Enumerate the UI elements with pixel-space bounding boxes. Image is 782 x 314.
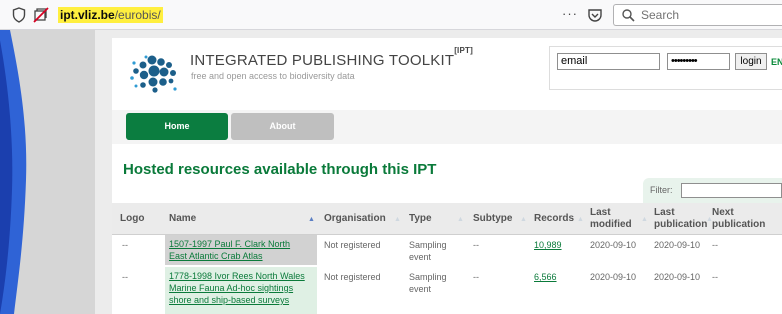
sort-icon[interactable]: ▲ (457, 216, 464, 223)
column-header-type[interactable]: Type (409, 213, 432, 225)
browser-toolbar: ipt.vliz.be/eurobis/ ··· Search (0, 0, 782, 30)
filter-input[interactable] (681, 183, 782, 198)
records-link[interactable]: 10,989 (534, 240, 562, 250)
url-path: /eurobis/ (114, 8, 161, 22)
sort-icon[interactable]: ▲ (641, 216, 648, 223)
column-header-records[interactable]: Records (534, 213, 574, 225)
search-icon (622, 9, 635, 22)
cell-subtype: -- (473, 240, 479, 250)
sort-ascending-icon[interactable]: ▲ (308, 216, 315, 223)
column-header-last-modified[interactable]: Last modified (590, 207, 632, 231)
login-button[interactable]: login (735, 53, 767, 70)
cell-organisation: Not registered (324, 272, 381, 282)
column-header-name[interactable]: Name (169, 213, 196, 225)
cell-last-publication: 2020-09-10 (654, 272, 701, 282)
cell-logo: -- (122, 272, 128, 282)
email-field[interactable]: email (557, 53, 660, 70)
cell-name: 1507-1997 Paul F. Clark North East Atlant… (165, 235, 317, 265)
app-title-abbrev: [IPT] (454, 46, 473, 55)
cell-type: Sampling event (409, 240, 447, 262)
left-gutter (0, 30, 95, 314)
ipt-logo[interactable] (128, 50, 178, 94)
sort-icon[interactable]: ▲ (577, 216, 584, 223)
filter-bar: Filter: (643, 178, 782, 203)
records-link[interactable]: 6,566 (534, 272, 557, 282)
cell-last-modified: 2020-09-10 (590, 240, 637, 250)
app-title: INTEGRATED PUBLISHING TOOLKIT[IPT] (190, 46, 473, 69)
cell-subtype: -- (473, 272, 479, 282)
resource-link[interactable]: 1507-1997 Paul F. Clark North East Atlant… (169, 239, 290, 261)
page-title: Hosted resources available through this … (123, 161, 437, 178)
cell-last-publication: 2020-09-10 (654, 240, 701, 250)
column-header-next-publication[interactable]: Next publication (712, 207, 765, 231)
ipt-container: INTEGRATED PUBLISHING TOOLKIT[IPT] free … (112, 38, 782, 314)
tracking-protection-icon[interactable] (33, 7, 49, 23)
column-header-organisation[interactable]: Organisation (324, 213, 386, 225)
sort-icon[interactable]: ▲ (520, 216, 527, 223)
table-header: Logo Name ▲ Organisation ▲ Type ▲ Subtyp… (112, 203, 782, 235)
cell-records: 6,566 (534, 271, 557, 283)
url-host: ipt.vliz.be (60, 8, 115, 22)
app-tagline: free and open access to biodiversity dat… (191, 71, 355, 81)
table-row: -- 1507-1997 Paul F. Clark North East Atl… (112, 235, 782, 265)
column-header-logo[interactable]: Logo (120, 213, 144, 225)
cell-records: 10,989 (534, 239, 562, 251)
column-header-last-publication[interactable]: Last publication (654, 207, 707, 231)
login-panel: email ••••••••• login ENGLI (549, 46, 782, 90)
cell-next-publication: -- (712, 272, 718, 282)
column-header-subtype[interactable]: Subtype (473, 213, 512, 225)
pocket-icon[interactable] (587, 7, 603, 23)
more-actions-icon[interactable]: ··· (562, 6, 578, 21)
filter-label: Filter: (650, 185, 673, 195)
password-field[interactable]: ••••••••• (667, 53, 730, 70)
resource-link[interactable]: 1778-1998 Ivor Rees North Wales Marine Fa… (169, 271, 305, 305)
cell-name: 1778-1998 Ivor Rees North Wales Marine Fa… (165, 267, 317, 314)
cell-type: Sampling event (409, 272, 447, 294)
shield-icon[interactable] (12, 7, 26, 23)
url-bar[interactable]: ipt.vliz.be/eurobis/ (58, 7, 163, 23)
main-nav: Home About (112, 110, 782, 144)
search-placeholder: Search (641, 8, 680, 22)
cell-logo: -- (122, 240, 128, 250)
tab-about[interactable]: About (231, 113, 334, 140)
table-row: -- 1778-1998 Ivor Rees North Wales Marine… (112, 267, 782, 314)
app-title-text: INTEGRATED PUBLISHING TOOLKIT (190, 52, 455, 69)
cell-next-publication: -- (712, 240, 718, 250)
page-background: INTEGRATED PUBLISHING TOOLKIT[IPT] free … (95, 30, 782, 314)
browser-search-input[interactable]: Search (613, 4, 782, 26)
sort-icon[interactable]: ▲ (394, 216, 401, 223)
language-selector[interactable]: ENGLI (771, 57, 782, 67)
cell-last-modified: 2020-09-10 (590, 272, 637, 282)
tab-home[interactable]: Home (126, 113, 228, 140)
background-swoosh (0, 30, 27, 314)
cell-organisation: Not registered (324, 240, 381, 250)
